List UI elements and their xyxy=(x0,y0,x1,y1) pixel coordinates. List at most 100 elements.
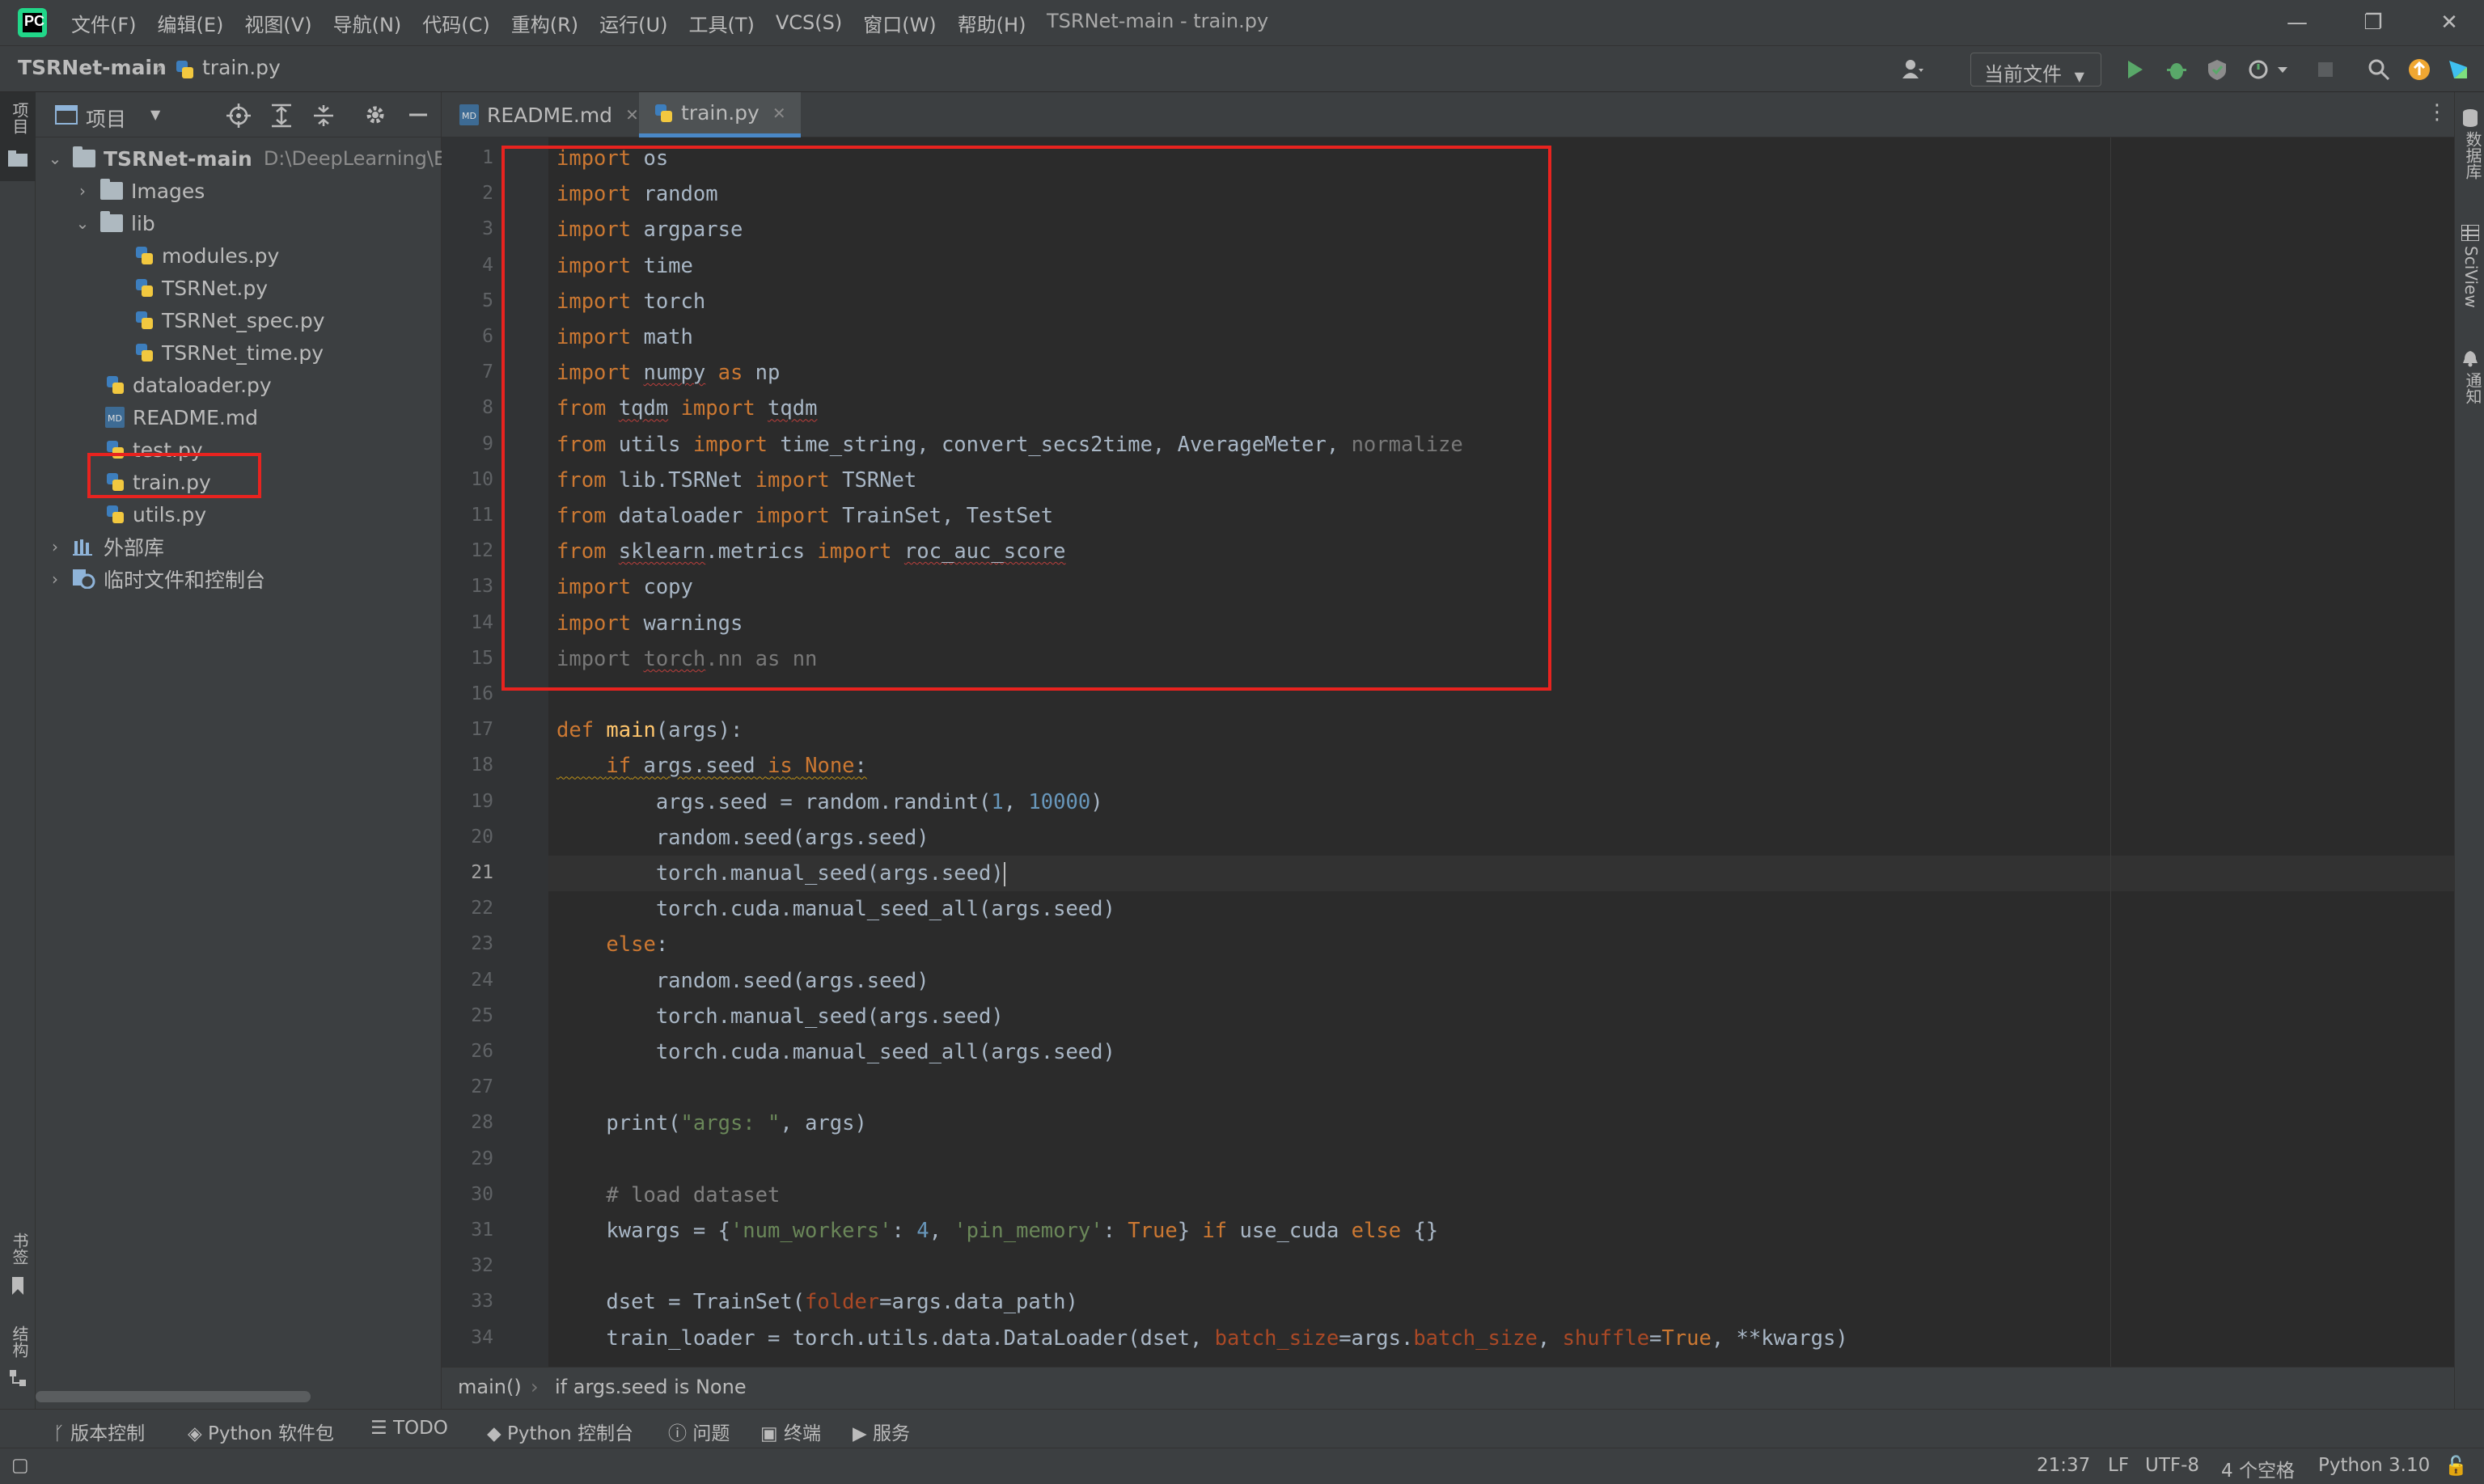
line-number[interactable]: 4 xyxy=(445,255,493,276)
nav-file-crumb[interactable]: train.py xyxy=(202,56,281,79)
hide-panel-icon[interactable] xyxy=(408,104,429,126)
close-window-icon[interactable]: ✕ xyxy=(2433,6,2465,39)
line-number[interactable]: 11 xyxy=(445,505,493,526)
line-number[interactable]: 5 xyxy=(445,290,493,311)
line-number[interactable]: 29 xyxy=(445,1148,493,1169)
code-line[interactable]: torch.manual_seed(args.seed) xyxy=(556,999,1004,1034)
crumb-if-statement[interactable]: if args.seed is None xyxy=(555,1376,747,1398)
project-tool-button[interactable]: 项目 xyxy=(0,92,36,181)
sciview-tool-button[interactable]: SciView xyxy=(2461,246,2481,308)
line-number[interactable]: 32 xyxy=(445,1255,493,1276)
structure-tool-button[interactable]: 结构 xyxy=(8,1325,32,1358)
menu-navigate[interactable]: 导航(N) xyxy=(333,9,402,37)
version-control-tool-button[interactable]: ᚴ 版本控制 xyxy=(53,1418,145,1445)
toggle-tool-windows-icon[interactable]: ▢ xyxy=(11,1455,29,1476)
update-icon[interactable] xyxy=(2407,57,2431,82)
project-panel-title[interactable]: 项目 xyxy=(86,104,126,133)
menu-refactor[interactable]: 重构(R) xyxy=(511,9,578,37)
code-line[interactable]: kwargs = {'num_workers': 4, 'pin_memory'… xyxy=(556,1213,1438,1249)
chevron-down-icon[interactable]: ⌄ xyxy=(74,214,91,233)
line-separator[interactable]: LF xyxy=(2108,1455,2129,1476)
file-encoding[interactable]: UTF-8 xyxy=(2145,1455,2199,1476)
line-number[interactable]: 27 xyxy=(445,1076,493,1097)
tree-item-readme-md[interactable]: MD README.md xyxy=(105,401,258,433)
code-line[interactable]: else: xyxy=(556,927,668,962)
menu-edit[interactable]: 编辑(E) xyxy=(158,9,224,37)
code-line[interactable]: torch.cuda.manual_seed_all(args.seed) xyxy=(556,1034,1115,1070)
line-number[interactable]: 16 xyxy=(445,683,493,704)
close-tab-icon[interactable]: ✕ xyxy=(772,104,786,123)
code-line[interactable]: dset = TrainSet(folder=args.data_path) xyxy=(556,1284,1077,1320)
line-number[interactable]: 26 xyxy=(445,1041,493,1062)
database-tool-button[interactable]: 数据库 xyxy=(2461,131,2484,180)
lock-icon[interactable]: 🔓 xyxy=(2444,1455,2468,1477)
tab-readme-md[interactable]: MD README.md ✕ xyxy=(445,92,654,137)
line-number[interactable]: 17 xyxy=(445,719,493,740)
line-number[interactable]: 18 xyxy=(445,755,493,776)
line-number[interactable]: 12 xyxy=(445,540,493,561)
tree-root-tsrnet-main[interactable]: ⌄ TSRNet-main D:\DeepLearning\Exa xyxy=(47,142,469,175)
code-line[interactable]: print("args: ", args) xyxy=(556,1106,866,1141)
chevron-right-icon[interactable]: › xyxy=(47,537,63,556)
services-tool-button[interactable]: ▶ 服务 xyxy=(853,1418,910,1445)
bookmarks-tool-button[interactable]: 书签 xyxy=(8,1232,32,1265)
menu-run[interactable]: 运行(U) xyxy=(599,9,667,37)
run-icon[interactable] xyxy=(2122,57,2147,82)
run-configuration-select[interactable]: 当前文件 ▼ xyxy=(1970,53,2101,87)
stop-icon[interactable] xyxy=(2313,57,2338,82)
code-line[interactable]: # load dataset xyxy=(556,1177,780,1213)
todo-tool-button[interactable]: ☰ TODO xyxy=(370,1418,448,1439)
tree-item-tsrnet-spec-py[interactable]: TSRNet_spec.py xyxy=(134,304,325,336)
line-number[interactable]: 3 xyxy=(445,218,493,239)
code-line[interactable]: args.seed = random.randint(1, 10000) xyxy=(556,784,1103,820)
user-icon[interactable] xyxy=(1901,57,1925,82)
menu-vcs[interactable]: VCS(S) xyxy=(776,11,842,34)
code-line[interactable]: random.seed(args.seed) xyxy=(556,820,929,856)
coverage-icon[interactable] xyxy=(2205,57,2229,82)
tree-item-external-libraries[interactable]: › 外部库 xyxy=(47,531,164,563)
chevron-right-icon[interactable]: › xyxy=(74,181,91,201)
line-number[interactable]: 20 xyxy=(445,827,493,848)
tree-item-images[interactable]: › Images xyxy=(74,175,205,207)
code-line[interactable]: random.seed(args.seed) xyxy=(556,963,929,999)
project-view-dropdown-icon[interactable]: ▼ xyxy=(150,107,160,122)
python-console-tool-button[interactable]: ◆ Python 控制台 xyxy=(487,1418,633,1445)
gear-icon[interactable] xyxy=(364,104,387,126)
code-line[interactable]: def main(args): xyxy=(556,712,743,748)
line-number[interactable]: 9 xyxy=(445,433,493,455)
code-line[interactable]: torch.manual_seed(args.seed) xyxy=(556,856,1005,891)
more-tabs-icon[interactable]: ⋮ xyxy=(2427,100,2448,125)
menu-file[interactable]: 文件(F) xyxy=(71,9,137,37)
line-number[interactable]: 2 xyxy=(445,183,493,204)
line-number[interactable]: 19 xyxy=(445,791,493,812)
tree-item-modules-py[interactable]: modules.py xyxy=(134,239,279,272)
line-number[interactable]: 33 xyxy=(445,1291,493,1312)
terminal-tool-button[interactable]: ▣ 终端 xyxy=(760,1418,821,1445)
line-number[interactable]: 25 xyxy=(445,1005,493,1026)
menu-window[interactable]: 窗口(W) xyxy=(863,9,936,37)
tree-item-utils-py[interactable]: utils.py xyxy=(105,498,206,531)
line-number[interactable]: 23 xyxy=(445,933,493,954)
tab-train-py[interactable]: train.py ✕ xyxy=(639,92,801,137)
tree-item-tsrnet-time-py[interactable]: TSRNet_time.py xyxy=(134,336,324,369)
caret-position[interactable]: 21:37 xyxy=(2037,1455,2090,1476)
expand-all-icon[interactable] xyxy=(270,104,293,128)
line-number[interactable]: 14 xyxy=(445,612,493,633)
profile-icon[interactable] xyxy=(2247,57,2271,82)
tree-item-lib[interactable]: ⌄ lib xyxy=(74,207,155,239)
notifications-tool-button[interactable]: 通知 xyxy=(2461,372,2484,404)
code-line[interactable]: train_loader = torch.utils.data.DataLoad… xyxy=(556,1321,1847,1356)
close-tab-icon[interactable]: ✕ xyxy=(625,105,639,125)
restore-icon[interactable]: ❐ xyxy=(2357,6,2389,39)
menu-view[interactable]: 视图(V) xyxy=(244,9,311,37)
line-number[interactable]: 7 xyxy=(445,361,493,383)
tree-item-scratches[interactable]: › 临时文件和控制台 xyxy=(47,563,265,595)
indent-setting[interactable]: 4 个空格 xyxy=(2221,1455,2295,1482)
line-number[interactable]: 34 xyxy=(445,1327,493,1348)
line-number[interactable]: 1 xyxy=(445,147,493,168)
jetbrains-ai-icon[interactable] xyxy=(2446,57,2470,82)
locate-file-icon[interactable] xyxy=(226,104,251,128)
search-icon[interactable] xyxy=(2367,57,2391,82)
line-number[interactable]: 8 xyxy=(445,397,493,418)
menu-help[interactable]: 帮助(H) xyxy=(958,9,1026,37)
